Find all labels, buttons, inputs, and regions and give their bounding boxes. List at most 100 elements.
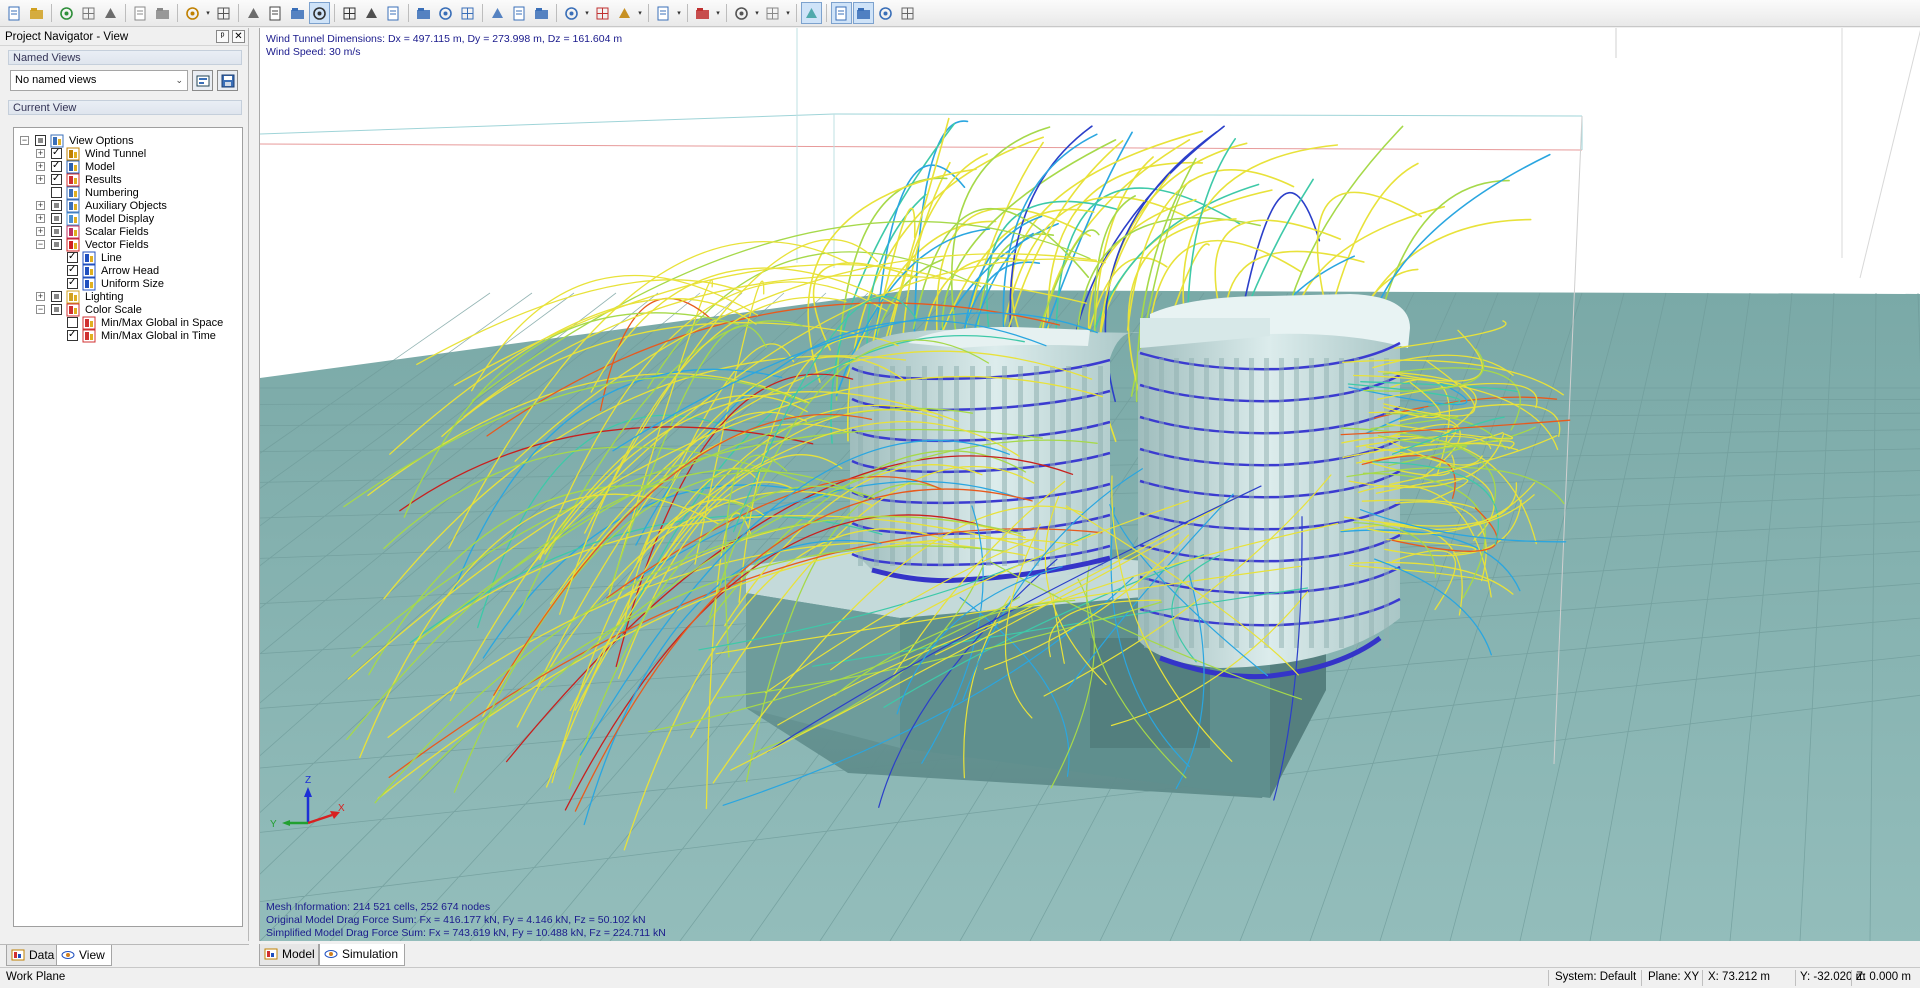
dropdown-arrow-icon[interactable]: ▾ [583, 9, 591, 17]
hide-button[interactable] [243, 2, 264, 24]
grid-button[interactable] [265, 2, 286, 24]
rotate-right-button[interactable] [509, 2, 530, 24]
dropdown-arrow-icon[interactable]: ▾ [675, 9, 683, 17]
table-button[interactable] [287, 2, 308, 24]
tree-checkbox[interactable] [51, 239, 62, 250]
display-button[interactable] [213, 2, 234, 24]
simulation-tab-icon [324, 950, 338, 958]
expand-icon[interactable]: + [36, 214, 45, 223]
rotate-button[interactable] [361, 2, 382, 24]
view-options-tree: − View Options + Wind Tunnel + Model + ResultsN… [13, 127, 243, 927]
expand-icon[interactable]: + [36, 201, 45, 210]
tree-checkbox[interactable] [67, 278, 78, 289]
view-front-button[interactable] [413, 2, 434, 24]
model-tab-icon [264, 948, 278, 960]
fit-view-button[interactable] [383, 2, 404, 24]
dropdown-arrow-icon[interactable]: ▾ [784, 9, 792, 17]
color-scale-button[interactable] [692, 2, 713, 24]
expand-icon[interactable]: + [36, 149, 45, 158]
tree-checkbox[interactable] [51, 213, 62, 224]
wind-button[interactable] [762, 2, 783, 24]
status-system[interactable]: System: Default [1555, 971, 1636, 983]
tab-model[interactable]: Model [259, 944, 319, 966]
panel-1-button[interactable] [831, 2, 852, 24]
facade-column [938, 366, 943, 566]
redo-button[interactable] [152, 2, 173, 24]
tree-checkbox[interactable] [51, 304, 62, 315]
toolbar-separator [826, 4, 827, 22]
new-file-button[interactable] [4, 2, 25, 24]
facade-column [1339, 358, 1344, 648]
rotate-left-button[interactable] [487, 2, 508, 24]
view-side-button[interactable] [457, 2, 478, 24]
dropdown-arrow-icon[interactable]: ▾ [636, 9, 644, 17]
tree-checkbox[interactable] [51, 187, 62, 198]
render-button[interactable] [309, 2, 330, 24]
tab-data[interactable]: Data [6, 945, 58, 966]
open-folder-button[interactable] [26, 2, 47, 24]
toolbar-separator [687, 4, 688, 22]
save-view-button[interactable] [217, 70, 238, 91]
refresh-button[interactable] [531, 2, 552, 24]
undo-button[interactable] [130, 2, 151, 24]
layers-button[interactable] [801, 2, 822, 24]
layers-icon [806, 7, 817, 18]
refresh-icon [535, 7, 548, 19]
tree-checkbox[interactable] [67, 252, 78, 263]
save-button[interactable] [56, 2, 77, 24]
expand-icon[interactable]: + [36, 292, 45, 301]
section-button[interactable] [731, 2, 752, 24]
tab-simulation[interactable]: Simulation [319, 944, 405, 966]
collapse-icon[interactable]: − [20, 136, 29, 145]
expand-icon[interactable]: + [36, 175, 45, 184]
main-toolbar: ▾ ▾ ▾ ▾ ▾ ▾ ▾ [0, 0, 1920, 27]
panel-2-button[interactable] [853, 2, 874, 24]
pan-button[interactable] [339, 2, 360, 24]
tree-checkbox[interactable] [35, 135, 46, 146]
collapse-icon[interactable]: − [36, 305, 45, 314]
named-views-dropdown[interactable]: No named views ⌄ [10, 70, 188, 91]
tree-checkbox[interactable] [67, 265, 78, 276]
tree-checkbox[interactable] [51, 226, 62, 237]
select-button[interactable] [592, 2, 613, 24]
status-z-coordinate: Z: 0.000 m [1856, 971, 1911, 983]
dropdown-arrow-icon[interactable]: ▾ [714, 9, 722, 17]
box-view-button[interactable] [653, 2, 674, 24]
zoom-window-button[interactable] [561, 2, 582, 24]
tree-checkbox[interactable] [67, 317, 78, 328]
save-icon [60, 6, 73, 20]
tree-item-label: Numbering [85, 186, 139, 199]
wind-simulation-scene[interactable]: Z X Y [260, 28, 1920, 941]
close-icon[interactable]: ✕ [232, 30, 245, 43]
view-tab-icon [61, 951, 75, 959]
tree-checkbox[interactable] [51, 291, 62, 302]
options-button[interactable] [897, 2, 918, 24]
dropdown-arrow-icon[interactable]: ▾ [753, 9, 761, 17]
arrow-icon [619, 7, 630, 18]
pin-icon[interactable]: ᵖ [216, 30, 229, 43]
tree-checkbox[interactable] [51, 161, 62, 172]
collapse-icon[interactable]: − [36, 240, 45, 249]
manage-views-button[interactable] [192, 70, 213, 91]
status-plane[interactable]: Plane: XY [1648, 971, 1699, 983]
tree-checkbox[interactable] [51, 200, 62, 211]
named-views-value: No named views [15, 74, 97, 86]
view-top-button[interactable] [435, 2, 456, 24]
tree-checkbox[interactable] [51, 148, 62, 159]
minmax-time-icon [82, 329, 96, 343]
edit-menu-button[interactable] [182, 2, 203, 24]
tree-checkbox[interactable] [67, 330, 78, 341]
arrow-button[interactable] [614, 2, 635, 24]
tree-checkbox[interactable] [51, 174, 62, 185]
dropdown-arrow-icon[interactable]: ▾ [204, 9, 212, 17]
print-button[interactable] [100, 2, 121, 24]
expand-icon[interactable]: + [36, 227, 45, 236]
tab-view[interactable]: View [56, 945, 112, 966]
3d-viewport[interactable]: Z X Y Wind Tunnel Dimensions: Dx = 497.1… [259, 28, 1920, 941]
print-preview-button[interactable] [78, 2, 99, 24]
tree-item-min-max-global-in-time[interactable]: Min/Max Global in Time [52, 328, 216, 343]
expand-icon[interactable]: + [36, 162, 45, 171]
panel-3-button[interactable] [875, 2, 896, 24]
